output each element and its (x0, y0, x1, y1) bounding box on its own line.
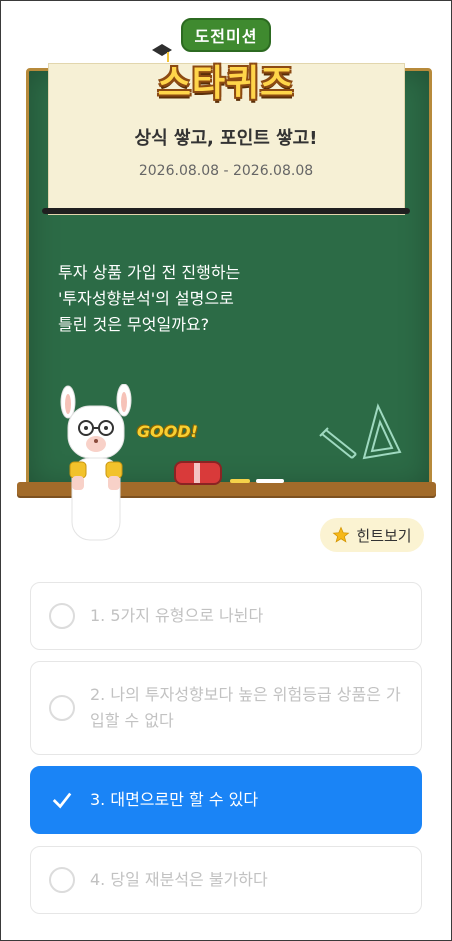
chalk-drawing-icon (319, 403, 402, 460)
answer-option-label: 2. 나의 투자성향보다 높은 위험등급 상품은 가입할 수 없다 (90, 685, 401, 730)
radio-circle-icon (49, 695, 75, 721)
answer-option-3[interactable]: 3. 대면으로만 할 수 있다 (30, 766, 422, 834)
radio-circle-icon (49, 867, 75, 893)
answer-option-label: 4. 당일 재분석은 불가하다 (90, 870, 268, 889)
star-icon (332, 526, 350, 543)
chalk-white (256, 479, 284, 483)
hint-label: 힌트보기 (356, 526, 412, 545)
radio-circle-icon (49, 603, 75, 629)
answer-option-label: 1. 5가지 유형으로 나뉜다 (90, 606, 264, 625)
answer-option-2[interactable]: 2. 나의 투자성향보다 높은 위험등급 상품은 가입할 수 없다 (30, 661, 422, 755)
question-line: '투자성향분석'의 설명으로 (58, 289, 234, 308)
logo-subtitle: 도전미션 (0, 18, 452, 52)
answer-option-4[interactable]: 4. 당일 재분석은 불가하다 (30, 846, 422, 914)
banner-rod (42, 208, 410, 214)
chalk-yellow (230, 479, 250, 483)
question-line: 투자 상품 가입 전 진행하는 (58, 263, 241, 282)
quiz-question: 투자 상품 가입 전 진행하는 '투자성향분석'의 설명으로 틀린 것은 무엇일… (58, 260, 358, 338)
event-title: 상식 쌓고, 포인트 쌓고! (134, 128, 318, 149)
answer-option-label: 3. 대면으로만 할 수 있다 (90, 790, 259, 809)
good-sticker: GOOD! (137, 422, 198, 441)
answer-option-1[interactable]: 1. 5가지 유형으로 나뉜다 (30, 582, 422, 650)
eraser (174, 461, 222, 485)
logo-title: 스타퀴즈 (157, 63, 295, 104)
checkmark-icon (52, 792, 72, 809)
event-date: 2026.08.08 - 2026.08.08 (138, 163, 314, 179)
hint-button[interactable]: 힌트보기 (320, 518, 424, 552)
question-line: 틀린 것은 무엇일까요? (58, 315, 210, 334)
llama-mascot-icon (60, 384, 132, 541)
